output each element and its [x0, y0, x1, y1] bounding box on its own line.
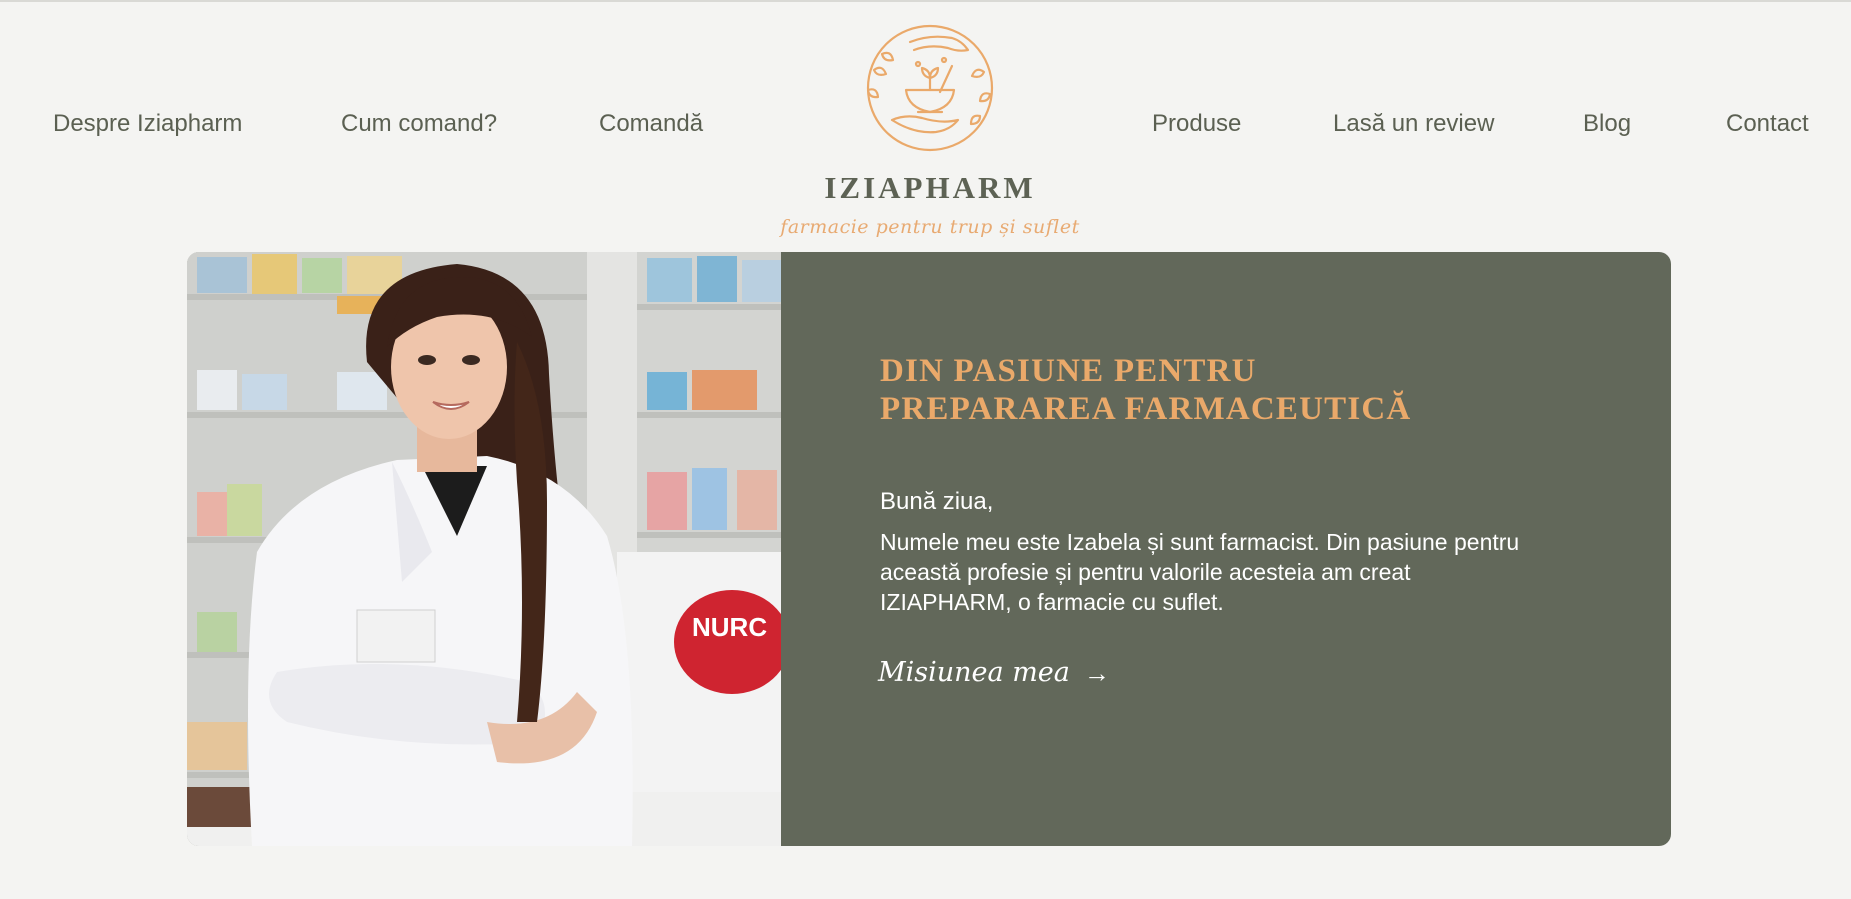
nav-link-blog[interactable]: Blog: [1583, 110, 1631, 138]
hero-photo-pharmacist: NURC: [187, 252, 781, 846]
cta-label: Misiunea mea: [878, 657, 1070, 688]
top-border: [0, 0, 1851, 2]
nav-link-review[interactable]: Lasă un review: [1333, 110, 1494, 138]
hero-title-line2: prepararea farmaceutică: [880, 391, 1412, 427]
photo-sign-text: NURC: [692, 612, 767, 642]
site-logo[interactable]: IZIAPHARM farmacie pentru trup și suflet: [780, 20, 1080, 238]
nav-link-produse[interactable]: Produse: [1152, 110, 1241, 138]
pharmacist-photo-illustration: NURC: [187, 252, 781, 846]
logo-name: IZIAPHARM: [824, 170, 1036, 205]
hero-title-line1: Din pasiune pentru: [880, 353, 1257, 389]
nav-link-comanda[interactable]: Comandă: [599, 110, 703, 138]
hero-body-text: Numele meu este Izabela și sunt farmacis…: [880, 529, 1520, 615]
hero-title: Din pasiune pentru prepararea farmaceuti…: [880, 352, 1580, 428]
hero-greeting: Bună ziua,: [880, 488, 994, 515]
hero-section: NURC Din pasiune pentru: [187, 252, 1671, 846]
nav-link-contact[interactable]: Contact: [1726, 110, 1809, 138]
misiunea-mea-link[interactable]: Misiunea mea →: [878, 657, 1110, 688]
logo-tagline: farmacie pentru trup și suflet: [780, 216, 1080, 238]
hero-text-panel: Din pasiune pentru prepararea farmaceuti…: [781, 252, 1671, 846]
arrow-right-icon: →: [1083, 657, 1110, 688]
mortar-pestle-hands-wreath-icon: [866, 24, 994, 152]
nav-link-despre[interactable]: Despre Iziapharm: [53, 110, 242, 138]
nav-link-cum-comand[interactable]: Cum comand?: [341, 110, 497, 138]
